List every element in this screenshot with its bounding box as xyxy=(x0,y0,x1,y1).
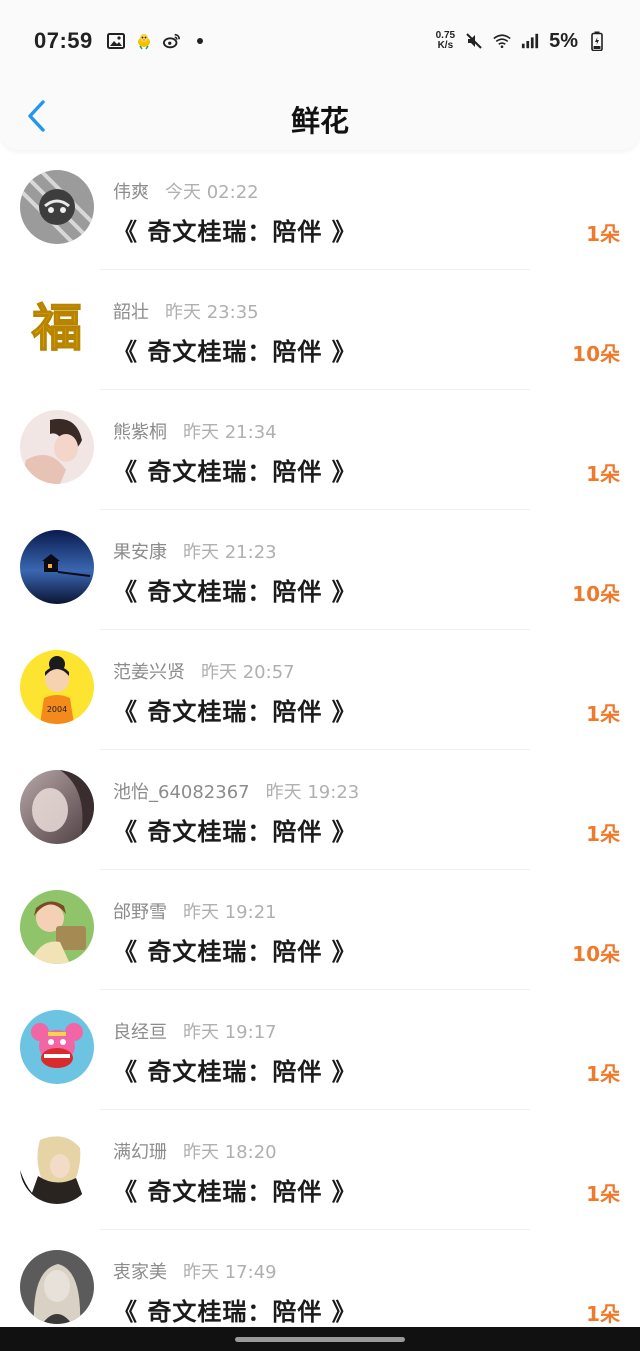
sender-name[interactable]: 熊紫桐 xyxy=(113,422,167,443)
list-item[interactable]: 满幻珊 昨天 18:20 《 奇文桂瑞：陪伴 》 1朵 xyxy=(0,1110,640,1230)
weibo-icon xyxy=(162,32,181,50)
flower-count: 10朵 xyxy=(572,942,620,966)
sender-info: 良经亘 昨天 19:17 xyxy=(113,1018,277,1044)
signal-icon xyxy=(521,32,539,50)
page-title: 鲜花 xyxy=(290,104,349,138)
flower-gift-list: 伟爽 今天 02:22 《 奇文桂瑞：陪伴 》 1朵 福 韶壮 昨天 23:35 《… xyxy=(0,150,640,1350)
avatar[interactable] xyxy=(20,770,94,844)
book-title[interactable]: 《 奇文桂瑞：陪伴 》 xyxy=(113,932,357,967)
status-notification-icons xyxy=(106,32,209,50)
sender-info: 范姜兴贤 昨天 20:57 xyxy=(113,658,295,684)
battery-icon xyxy=(588,31,606,51)
book-title[interactable]: 《 奇文桂瑞：陪伴 》 xyxy=(113,572,357,607)
book-title[interactable]: 《 奇文桂瑞：陪伴 》 xyxy=(113,1172,357,1207)
bird-icon xyxy=(135,32,153,50)
sender-name[interactable]: 衷家美 xyxy=(113,1262,167,1283)
avatar[interactable]: 福 xyxy=(20,290,94,364)
sender-name[interactable]: 池怡_64082367 xyxy=(113,782,250,803)
book-title[interactable]: 《 奇文桂瑞：陪伴 》 xyxy=(113,812,357,847)
sender-name[interactable]: 伟爽 xyxy=(113,182,149,203)
avatar[interactable] xyxy=(20,410,94,484)
sender-info: 池怡_64082367 昨天 19:23 xyxy=(113,778,359,804)
home-gesture-handle[interactable] xyxy=(235,1337,405,1342)
send-time: 今天 02:22 xyxy=(165,182,259,203)
send-time: 昨天 20:57 xyxy=(201,662,295,683)
list-item[interactable]: 果安康 昨天 21:23 《 奇文桂瑞：陪伴 》 10朵 xyxy=(0,510,640,630)
sender-info: 果安康 昨天 21:23 xyxy=(113,538,277,564)
sender-info: 伟爽 今天 02:22 xyxy=(113,178,259,204)
sender-info: 熊紫桐 昨天 21:34 xyxy=(113,418,277,444)
avatar[interactable] xyxy=(20,1010,94,1084)
send-time: 昨天 23:35 xyxy=(165,302,259,323)
book-title[interactable]: 《 奇文桂瑞：陪伴 》 xyxy=(113,1052,357,1087)
sender-info: 邰野雪 昨天 19:21 xyxy=(113,898,277,924)
avatar[interactable] xyxy=(20,890,94,964)
gallery-icon xyxy=(106,32,125,50)
mute-icon xyxy=(465,32,483,50)
list-item[interactable]: 池怡_64082367 昨天 19:23 《 奇文桂瑞：陪伴 》 1朵 xyxy=(0,750,640,870)
flower-count: 1朵 xyxy=(586,1062,620,1086)
flower-count: 1朵 xyxy=(586,702,620,726)
flower-count: 1朵 xyxy=(586,1302,620,1326)
network-speed: 0.75 K/s xyxy=(436,31,455,51)
flower-count: 1朵 xyxy=(586,822,620,846)
sender-info: 衷家美 昨天 17:49 xyxy=(113,1258,277,1284)
list-item[interactable]: 熊紫桐 昨天 21:34 《 奇文桂瑞：陪伴 》 1朵 xyxy=(0,390,640,510)
send-time: 昨天 17:49 xyxy=(183,1262,277,1283)
status-system-icons: 0.75 K/s 5% xyxy=(436,30,606,53)
send-time: 昨天 21:34 xyxy=(183,422,277,443)
sender-name[interactable]: 良经亘 xyxy=(113,1022,167,1043)
battery-percentage: 5% xyxy=(549,29,578,52)
list-item[interactable]: 2004 范姜兴贤 昨天 20:57 《 奇文桂瑞：陪伴 》 1朵 xyxy=(0,630,640,750)
sender-name[interactable]: 范姜兴贤 xyxy=(113,662,185,683)
status-bar: 07:59 0.75 K/s 5% xyxy=(0,0,640,82)
send-time: 昨天 19:17 xyxy=(183,1022,277,1043)
list-item[interactable]: 伟爽 今天 02:22 《 奇文桂瑞：陪伴 》 1朵 xyxy=(0,150,640,270)
book-title[interactable]: 《 奇文桂瑞：陪伴 》 xyxy=(113,692,357,727)
avatar[interactable] xyxy=(20,1250,94,1324)
send-time: 昨天 19:21 xyxy=(183,902,277,923)
network-speed-unit: K/s xyxy=(437,40,454,51)
flower-count: 10朵 xyxy=(572,582,620,606)
sender-name[interactable]: 果安康 xyxy=(113,542,167,563)
flower-count: 1朵 xyxy=(586,1182,620,1206)
sender-name[interactable]: 韶壮 xyxy=(113,302,149,323)
avatar[interactable] xyxy=(20,170,94,244)
flower-count: 10朵 xyxy=(572,342,620,366)
book-title[interactable]: 《 奇文桂瑞：陪伴 》 xyxy=(113,452,357,487)
avatar[interactable] xyxy=(20,1130,94,1204)
sender-name[interactable]: 邰野雪 xyxy=(113,902,167,923)
sender-info: 满幻珊 昨天 18:20 xyxy=(113,1138,277,1164)
send-time: 昨天 21:23 xyxy=(183,542,277,563)
wifi-icon xyxy=(493,32,511,50)
book-title[interactable]: 《 奇文桂瑞：陪伴 》 xyxy=(113,332,357,367)
send-time: 昨天 18:20 xyxy=(183,1142,277,1163)
avatar[interactable]: 2004 xyxy=(20,650,94,724)
sender-info: 韶壮 昨天 23:35 xyxy=(113,298,259,324)
list-item[interactable]: 良经亘 昨天 19:17 《 奇文桂瑞：陪伴 》 1朵 xyxy=(0,990,640,1110)
book-title[interactable]: 《 奇文桂瑞：陪伴 》 xyxy=(113,1292,357,1327)
app-header: 鲜花 xyxy=(0,82,640,150)
flower-count: 1朵 xyxy=(586,222,620,246)
flower-count: 1朵 xyxy=(586,462,620,486)
sender-name[interactable]: 满幻珊 xyxy=(113,1142,167,1163)
dot-icon xyxy=(191,32,209,50)
status-time: 07:59 xyxy=(34,28,93,53)
svg-text:2004: 2004 xyxy=(47,705,67,714)
system-navigation-bar xyxy=(0,1327,640,1351)
list-item[interactable]: 邰野雪 昨天 19:21 《 奇文桂瑞：陪伴 》 10朵 xyxy=(0,870,640,990)
book-title[interactable]: 《 奇文桂瑞：陪伴 》 xyxy=(113,212,357,247)
send-time: 昨天 19:23 xyxy=(265,782,360,803)
svg-text:福: 福 xyxy=(31,299,82,357)
avatar[interactable] xyxy=(20,530,94,604)
list-item[interactable]: 福 韶壮 昨天 23:35 《 奇文桂瑞：陪伴 》 10朵 xyxy=(0,270,640,390)
